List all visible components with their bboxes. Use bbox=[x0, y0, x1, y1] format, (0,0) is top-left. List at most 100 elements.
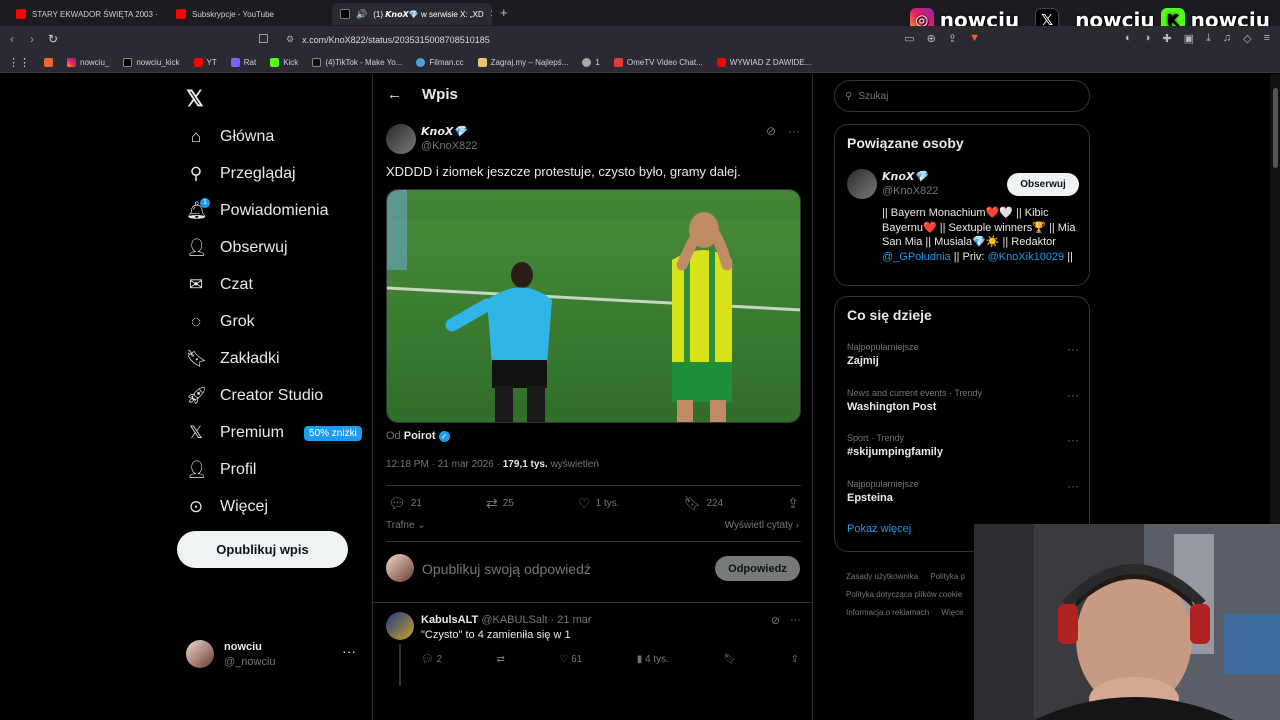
footer-link[interactable]: Polityka dotycząca plików cookie bbox=[846, 590, 962, 599]
search-input[interactable]: ⚲ Szukaj bbox=[834, 80, 1090, 112]
person-name[interactable]: 𝙆𝙣𝙤𝙓💎 bbox=[882, 170, 928, 183]
view-quotes-link[interactable]: Wyświetl cytaty › bbox=[725, 520, 799, 531]
reload-icon[interactable]: ↻ bbox=[48, 32, 58, 46]
nav-home[interactable]: ⌂ Główna bbox=[186, 127, 274, 147]
author-name[interactable]: 𝙆𝙣𝙤𝙓💎 bbox=[421, 125, 467, 138]
follow-button[interactable]: Obserwuj bbox=[1007, 173, 1079, 196]
footer-link[interactable]: Informacja o reklamach bbox=[846, 608, 929, 617]
trend-item[interactable]: Sport · Trendy #skijumpingfamily ··· bbox=[847, 433, 1079, 458]
more-icon[interactable]: ··· bbox=[1067, 479, 1079, 493]
like-button[interactable]: ♡ 61 bbox=[559, 654, 582, 665]
footer-link[interactable]: Polityka p bbox=[930, 572, 965, 581]
browser-tab[interactable]: STARY EKWADOR ŚWIĘTA 2003 · bbox=[8, 3, 168, 25]
nav-creator-studio[interactable]: 🚀︎ Creator Studio bbox=[186, 386, 323, 406]
scrollbar-thumb[interactable] bbox=[1273, 88, 1278, 168]
tweet-time[interactable]: 12:18 PM · 21 mar 2026 · bbox=[386, 459, 500, 470]
bio-link[interactable]: @KnoXik10029 bbox=[988, 251, 1065, 263]
vpn-icon[interactable]: ◇ bbox=[1243, 32, 1251, 45]
shield-icon[interactable]: ▼ bbox=[969, 32, 980, 45]
site-info-icon[interactable]: ⚙ bbox=[286, 34, 294, 45]
more-icon[interactable]: ··· bbox=[1067, 342, 1079, 356]
trend-item[interactable]: Najpopularniejsze Zajmij ··· bbox=[847, 342, 1079, 367]
show-more-link[interactable]: Pokaż więcej bbox=[847, 523, 911, 535]
share-icon[interactable]: ⇪ bbox=[948, 32, 957, 45]
browser-tab[interactable]: Subskrypcje - YouTube bbox=[168, 3, 328, 25]
bookmark-item[interactable]: Rat bbox=[230, 58, 256, 67]
nav-explore[interactable]: ⚲ Przeglądaj bbox=[186, 164, 296, 184]
download-icon[interactable]: ⤓ bbox=[1206, 32, 1211, 45]
bookmark-item[interactable]: (4)TikTok - Make Yo... bbox=[312, 58, 402, 67]
forward-icon[interactable]: › bbox=[30, 32, 34, 46]
reply-input[interactable]: Opublikuj swoją odpowiedź bbox=[422, 561, 591, 577]
sort-dropdown[interactable]: Trafne ⌄ bbox=[386, 520, 426, 531]
reply-submit-button[interactable]: Odpowiedz bbox=[715, 556, 800, 581]
x-logo-icon[interactable]: 𝕏 bbox=[186, 86, 204, 112]
bookmark-item[interactable]: 1 bbox=[582, 58, 600, 67]
bookmark-item[interactable]: Zagraj.my – Najlepś... bbox=[477, 58, 568, 67]
nav-grok[interactable]: ◌ Grok bbox=[186, 312, 255, 332]
reply-button[interactable]: 💬︎ 21 bbox=[388, 495, 422, 512]
repost-button[interactable]: ⇄ bbox=[497, 654, 505, 665]
new-tab-button[interactable]: + bbox=[500, 5, 508, 20]
share-button[interactable]: ⇪ bbox=[787, 495, 799, 512]
cast-icon[interactable]: ▭ bbox=[904, 32, 914, 45]
nav-premium[interactable]: 𝕏 Premium 50% zniżki bbox=[186, 423, 362, 443]
browser-tab-active[interactable]: 🔊 (1) 𝙆𝙣𝙤𝙓💎 w serwisie X: „XD ✕ bbox=[332, 3, 492, 25]
bookmark-icon[interactable]: ☐ bbox=[258, 32, 269, 46]
share-button[interactable]: ⇪ bbox=[791, 654, 799, 665]
nav-follow[interactable]: 👤︎ Obserwuj bbox=[186, 238, 288, 258]
from-author[interactable]: Poirot bbox=[404, 430, 436, 442]
bookmark-item[interactable]: nowciu_kick bbox=[123, 58, 180, 67]
avatar[interactable] bbox=[847, 169, 877, 199]
grok-icon[interactable]: ⊘ bbox=[766, 124, 776, 138]
repost-button[interactable]: ⇄ 25 bbox=[486, 495, 514, 512]
reply-author-name[interactable]: KabulsALT bbox=[421, 614, 478, 626]
puzzle-icon[interactable]: ✚ bbox=[1162, 32, 1171, 45]
zoom-icon[interactable]: ⊕ bbox=[927, 32, 936, 45]
back-icon[interactable]: ‹ bbox=[10, 32, 14, 46]
more-icon[interactable]: ··· bbox=[342, 643, 356, 659]
music-icon[interactable]: ♫ bbox=[1223, 32, 1231, 45]
speaker-icon[interactable]: 🔊 bbox=[356, 9, 367, 20]
footer-link[interactable]: Zasady użytkownika bbox=[846, 572, 918, 581]
bookmark-item[interactable]: YT bbox=[193, 58, 217, 67]
more-icon[interactable]: ··· bbox=[788, 124, 800, 138]
bookmark-item[interactable]: OmeTV Video Chat... bbox=[613, 58, 703, 67]
avatar[interactable] bbox=[386, 124, 416, 154]
bookmark-button[interactable]: 🔖︎ 224 bbox=[684, 495, 723, 512]
apps-icon[interactable]: ⋮⋮ bbox=[8, 56, 30, 69]
bookmark-item[interactable]: Filman.cc bbox=[416, 58, 464, 67]
avatar[interactable] bbox=[386, 612, 414, 640]
account-switcher[interactable]: nowciu @_nowciu ··· bbox=[186, 640, 362, 670]
nav-notifications[interactable]: 🔔︎ 1 Powiadomienia bbox=[186, 198, 329, 221]
more-icon[interactable]: ··· bbox=[1067, 388, 1079, 402]
bio-link[interactable]: @_GPoludnia bbox=[882, 251, 951, 263]
more-icon[interactable]: ··· bbox=[790, 614, 801, 627]
nav-more[interactable]: ⊙ Więcej bbox=[186, 497, 268, 517]
bookmark-item[interactable]: WYWIAD Z DAWIDE... bbox=[716, 58, 811, 67]
nav-bookmarks[interactable]: 🔖︎ Zakładki bbox=[186, 349, 280, 369]
trend-item[interactable]: Najpopularniejsze Epsteina ··· bbox=[847, 479, 1079, 504]
bookmark-button[interactable]: 🔖︎ bbox=[723, 654, 736, 665]
back-arrow-icon[interactable]: ← bbox=[387, 86, 402, 103]
more-icon[interactable]: ··· bbox=[1067, 433, 1079, 447]
grok-icon[interactable]: ⊘ bbox=[771, 614, 780, 627]
trend-item[interactable]: News and current events · Trendy Washing… bbox=[847, 388, 1079, 413]
post-button[interactable]: Opublikuj wpis bbox=[177, 531, 348, 568]
author-handle[interactable]: @KnoX822 bbox=[421, 140, 477, 152]
menu-icon[interactable]: ≡ bbox=[1264, 32, 1270, 45]
views-button[interactable]: ▮ 4 tys. bbox=[637, 654, 669, 665]
person-handle[interactable]: @KnoX822 bbox=[882, 185, 938, 197]
reply-button[interactable]: 💬︎ 2 bbox=[421, 654, 442, 665]
tweet-video[interactable] bbox=[386, 189, 801, 423]
reply-author-handle[interactable]: @KABULSalt · 21 mar bbox=[481, 614, 591, 626]
nav-chat[interactable]: ✉ Czat bbox=[186, 275, 253, 295]
bookmark-item[interactable]: Kick bbox=[270, 58, 298, 67]
bookmark-item[interactable]: nowciu_ bbox=[67, 58, 109, 67]
close-tab-icon[interactable]: ✕ bbox=[490, 9, 492, 20]
extension-icon[interactable]: ◐ bbox=[1125, 32, 1132, 45]
like-button[interactable]: ♡ 1 tys. bbox=[578, 495, 619, 512]
nav-profile[interactable]: 👤︎ Profil bbox=[186, 460, 256, 480]
bookmark-item[interactable] bbox=[44, 58, 53, 67]
footer-link[interactable]: Więce bbox=[941, 608, 963, 617]
